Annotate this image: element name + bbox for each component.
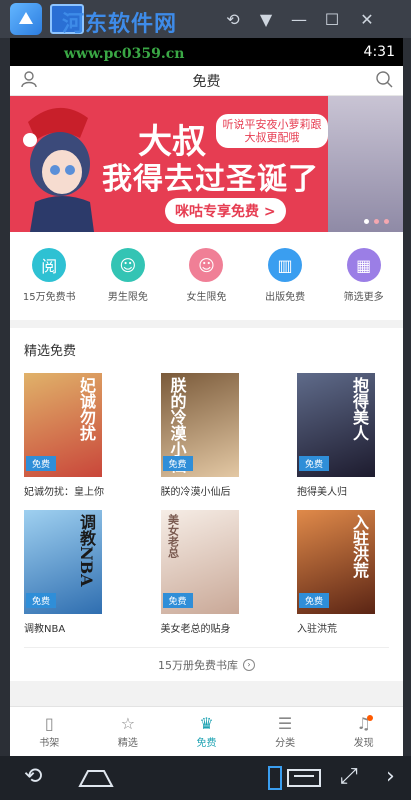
more-link-label: 15万册免费书库 [158,658,238,672]
tab-label: 发现 [353,738,374,749]
carousel-dot[interactable] [374,219,379,224]
category-label: 女生限免 [186,292,227,303]
section-title: 精选免费 [24,344,77,359]
top-bar: 免费 [10,66,403,96]
cover-title: 入驻洪荒 [350,514,369,578]
banner-note: 听说平安夜小萝莉跟大叔更配哦 [216,114,328,148]
category-icon: ☰ [277,714,293,733]
tab-label: 精选 [117,738,138,749]
book-cover[interactable]: 妃诚勿扰 免费 [24,373,102,477]
book-card[interactable]: 调教NBA 免费 调教NBA [24,510,116,635]
book-card[interactable]: 抱得美人 免费 抱得美人归 [297,373,389,498]
book-title[interactable]: 朕的冷漠小仙后 [161,483,253,498]
carousel-dot[interactable] [384,219,389,224]
book-cover[interactable]: 入驻洪荒 免费 [297,510,375,614]
free-badge: 免费 [26,456,57,471]
free-badge: 免费 [162,456,193,471]
category-item[interactable]: ▦ 筛选更多 [334,248,394,320]
category-label: 出版免费 [265,292,306,303]
tab-discover[interactable]: ♫ 发现 [324,707,403,756]
more-free-books-link[interactable]: 15万册免费书库 › [24,647,389,681]
bookshelf-icon: ▯ [44,714,54,733]
back-icon[interactable]: ⟲ [24,764,42,789]
free-badge: 免费 [162,593,193,608]
tab-bookshelf[interactable]: ▯ 书架 [10,707,89,756]
home-icon[interactable] [78,768,114,792]
category-label: 15万免费书 [22,292,76,303]
book-title[interactable]: 入驻洪荒 [297,620,389,635]
free-badge: 免费 [299,593,330,608]
cover-title: 美女老总 [166,514,180,558]
books-icon: ▥ [268,248,303,282]
carousel-dots[interactable] [364,219,389,224]
banner-girl-illustration [23,107,94,232]
boy-icon: ☺ [110,248,145,282]
tab-featured[interactable]: ☆ 精选 [89,707,168,756]
free-badge: 免费 [299,456,330,471]
book-title[interactable]: 妃诚勿扰：皇上你 [24,483,116,498]
book-cover[interactable]: 美女老总 免费 [160,510,239,614]
rotate-icon[interactable]: ⟲ [222,8,244,30]
category-item[interactable]: 阅 15万免费书 [19,248,79,320]
featured-free-section: 精选免费 妃诚勿扰 免费 妃诚勿扰：皇上你 朕的冷漠小仙 免费 朕的冷漠小仙后 … [10,328,403,681]
tab-free[interactable]: ♛ 免费 [167,707,246,756]
book-title[interactable]: 调教NBA [24,620,116,635]
free-badge: 免费 [26,593,57,608]
user-icon[interactable] [20,70,38,92]
book-title[interactable]: 抱得美人归 [297,483,389,498]
bottom-tab-bar: ▯ 书架 ☆ 精选 ♛ 免费 ☰ 分类 ♫ 发现 [10,706,403,756]
book-grid: 妃诚勿扰 免费 妃诚勿扰：皇上你 朕的冷漠小仙 免费 朕的冷漠小仙后 抱得美人 … [24,373,389,647]
cover-title: 妃诚勿扰 [77,377,96,441]
banner-man-illustration [328,96,403,232]
book-card[interactable]: 美女老总 免费 美女老总的贴身 [160,510,253,635]
category-label: 筛选更多 [343,292,384,303]
cover-title: 调教NBA [77,514,96,587]
girl-icon: ☺ [189,248,224,282]
carousel-dot[interactable] [364,219,369,224]
category-item[interactable]: ☺ 女生限免 [176,248,236,320]
fullscreen-icon[interactable]: ⤢ [340,764,358,789]
book-card[interactable]: 妃诚勿扰 免费 妃诚勿扰：皇上你 [24,373,116,498]
book-title[interactable]: 美女老总的贴身 [161,620,253,635]
minimize-icon[interactable]: — [288,8,310,30]
maximize-icon[interactable]: ☐ [321,8,343,30]
watermark-text: 河东软件网 [62,11,178,37]
book-icon: 阅 [32,248,67,282]
page-title: 免费 [192,73,221,90]
grid-icon: ▦ [346,248,381,282]
book-card[interactable]: 朕的冷漠小仙 免费 朕的冷漠小仙后 [160,373,253,498]
android-nav-bar: ⟲ ⤢ › [0,756,411,800]
book-cover[interactable]: 调教NBA 免费 [24,510,102,614]
search-icon[interactable] [375,70,393,92]
chevron-right-icon: › [243,658,255,671]
banner-headline-2: 我得去过圣诞了 [102,162,319,197]
app-screen: 免费 大叔 听说平安夜小萝莉跟大叔更配哦 我得去过圣诞了 咪咕专享免费 > 阅 … [10,66,403,756]
chevron-right-icon[interactable]: › [386,764,395,789]
category-item[interactable]: ▥ 出版免费 [255,248,315,320]
book-cover[interactable]: 抱得美人 免费 [297,373,375,477]
tab-label: 免费 [196,738,217,749]
crown-icon: ♛ [199,714,214,733]
banner-button[interactable]: 咪咕专享免费 > [165,198,286,224]
tab-label: 书架 [39,738,60,749]
watermark-url: www.pc0359.cn [64,46,185,62]
close-icon[interactable]: ✕ [356,8,378,30]
cover-title: 抱得美人 [350,377,369,441]
app-logo-icon [10,3,42,35]
category-item[interactable]: ☺ 男生限免 [98,248,158,320]
star-icon: ☆ [120,714,136,733]
notification-dot [366,715,373,721]
book-card[interactable]: 入驻洪荒 免费 入驻洪荒 [297,510,389,635]
book-cover[interactable]: 朕的冷漠小仙 免费 [160,373,239,477]
category-label: 男生限免 [107,292,148,303]
tab-category[interactable]: ☰ 分类 [246,707,325,756]
tab-label: 分类 [275,738,296,749]
keyboard-icon[interactable] [268,766,322,794]
category-row: 阅 15万免费书 ☺ 男生限免 ☺ 女生限免 ▥ 出版免费 ▦ 筛选更多 [10,232,403,320]
status-time: 4:31 [363,44,395,60]
promo-banner[interactable]: 大叔 听说平安夜小萝莉跟大叔更配哦 我得去过圣诞了 咪咕专享免费 > [10,96,403,232]
dropdown-icon[interactable]: ▼ [255,8,277,30]
